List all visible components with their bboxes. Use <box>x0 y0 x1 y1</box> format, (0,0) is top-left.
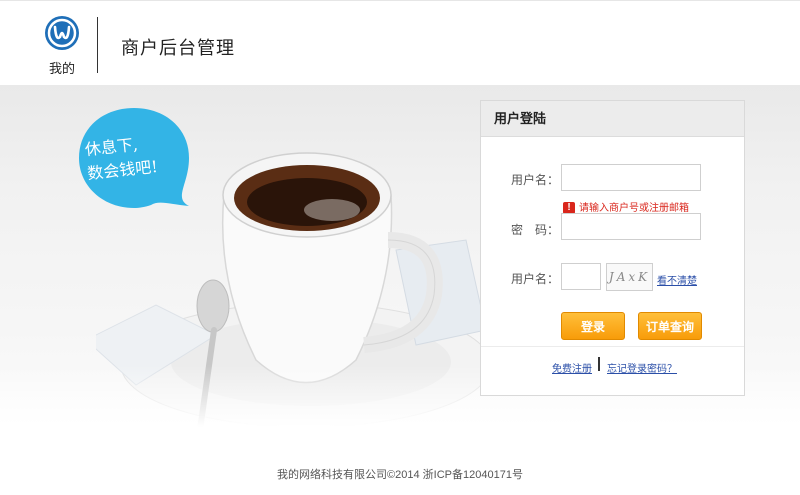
header-divider <box>97 17 98 73</box>
username-label: 用户名： <box>511 173 560 187</box>
page-header: 我的 商户后台管理 <box>0 0 800 85</box>
captcha-image[interactable]: JAxK <box>606 263 653 291</box>
captcha-field-box <box>561 263 601 290</box>
banner: 休息下, 数会钱吧! 用户登陆 用户名： ! 请输入商户号或注册邮箱 密 码： 用… <box>0 85 800 427</box>
login-button[interactable]: 登录 <box>561 312 625 340</box>
password-input[interactable] <box>562 214 700 239</box>
username-error: ! 请输入商户号或注册邮箱 <box>563 199 689 215</box>
username-field-box <box>561 164 701 191</box>
logo-icon <box>45 16 79 50</box>
order-query-button[interactable]: 订单查询 <box>638 312 702 340</box>
page-title: 商户后台管理 <box>121 38 235 58</box>
captcha-refresh-link[interactable]: 看不清楚 <box>657 272 697 287</box>
footer-copyright: 我的网络科技有限公司©2014 浙ICP备12040171号 <box>277 469 523 481</box>
logo-text: 我的 <box>48 61 75 76</box>
login-title: 用户登陆 <box>481 101 744 137</box>
login-panel: 用户登陆 用户名： ! 请输入商户号或注册邮箱 密 码： 用户名： JAxK 看不… <box>480 100 745 396</box>
password-label: 密 码： <box>511 223 560 237</box>
logo[interactable]: 我的 <box>42 15 82 76</box>
username-input[interactable] <box>562 165 700 190</box>
captcha-label: 用户名： <box>511 272 560 286</box>
link-divider <box>598 357 600 371</box>
forgot-password-link[interactable]: 忘记登录密码？ <box>607 360 677 375</box>
register-link[interactable]: 免费注册 <box>552 360 592 375</box>
password-field-box <box>561 213 701 240</box>
login-separator <box>481 346 744 347</box>
captcha-input[interactable] <box>562 264 600 289</box>
